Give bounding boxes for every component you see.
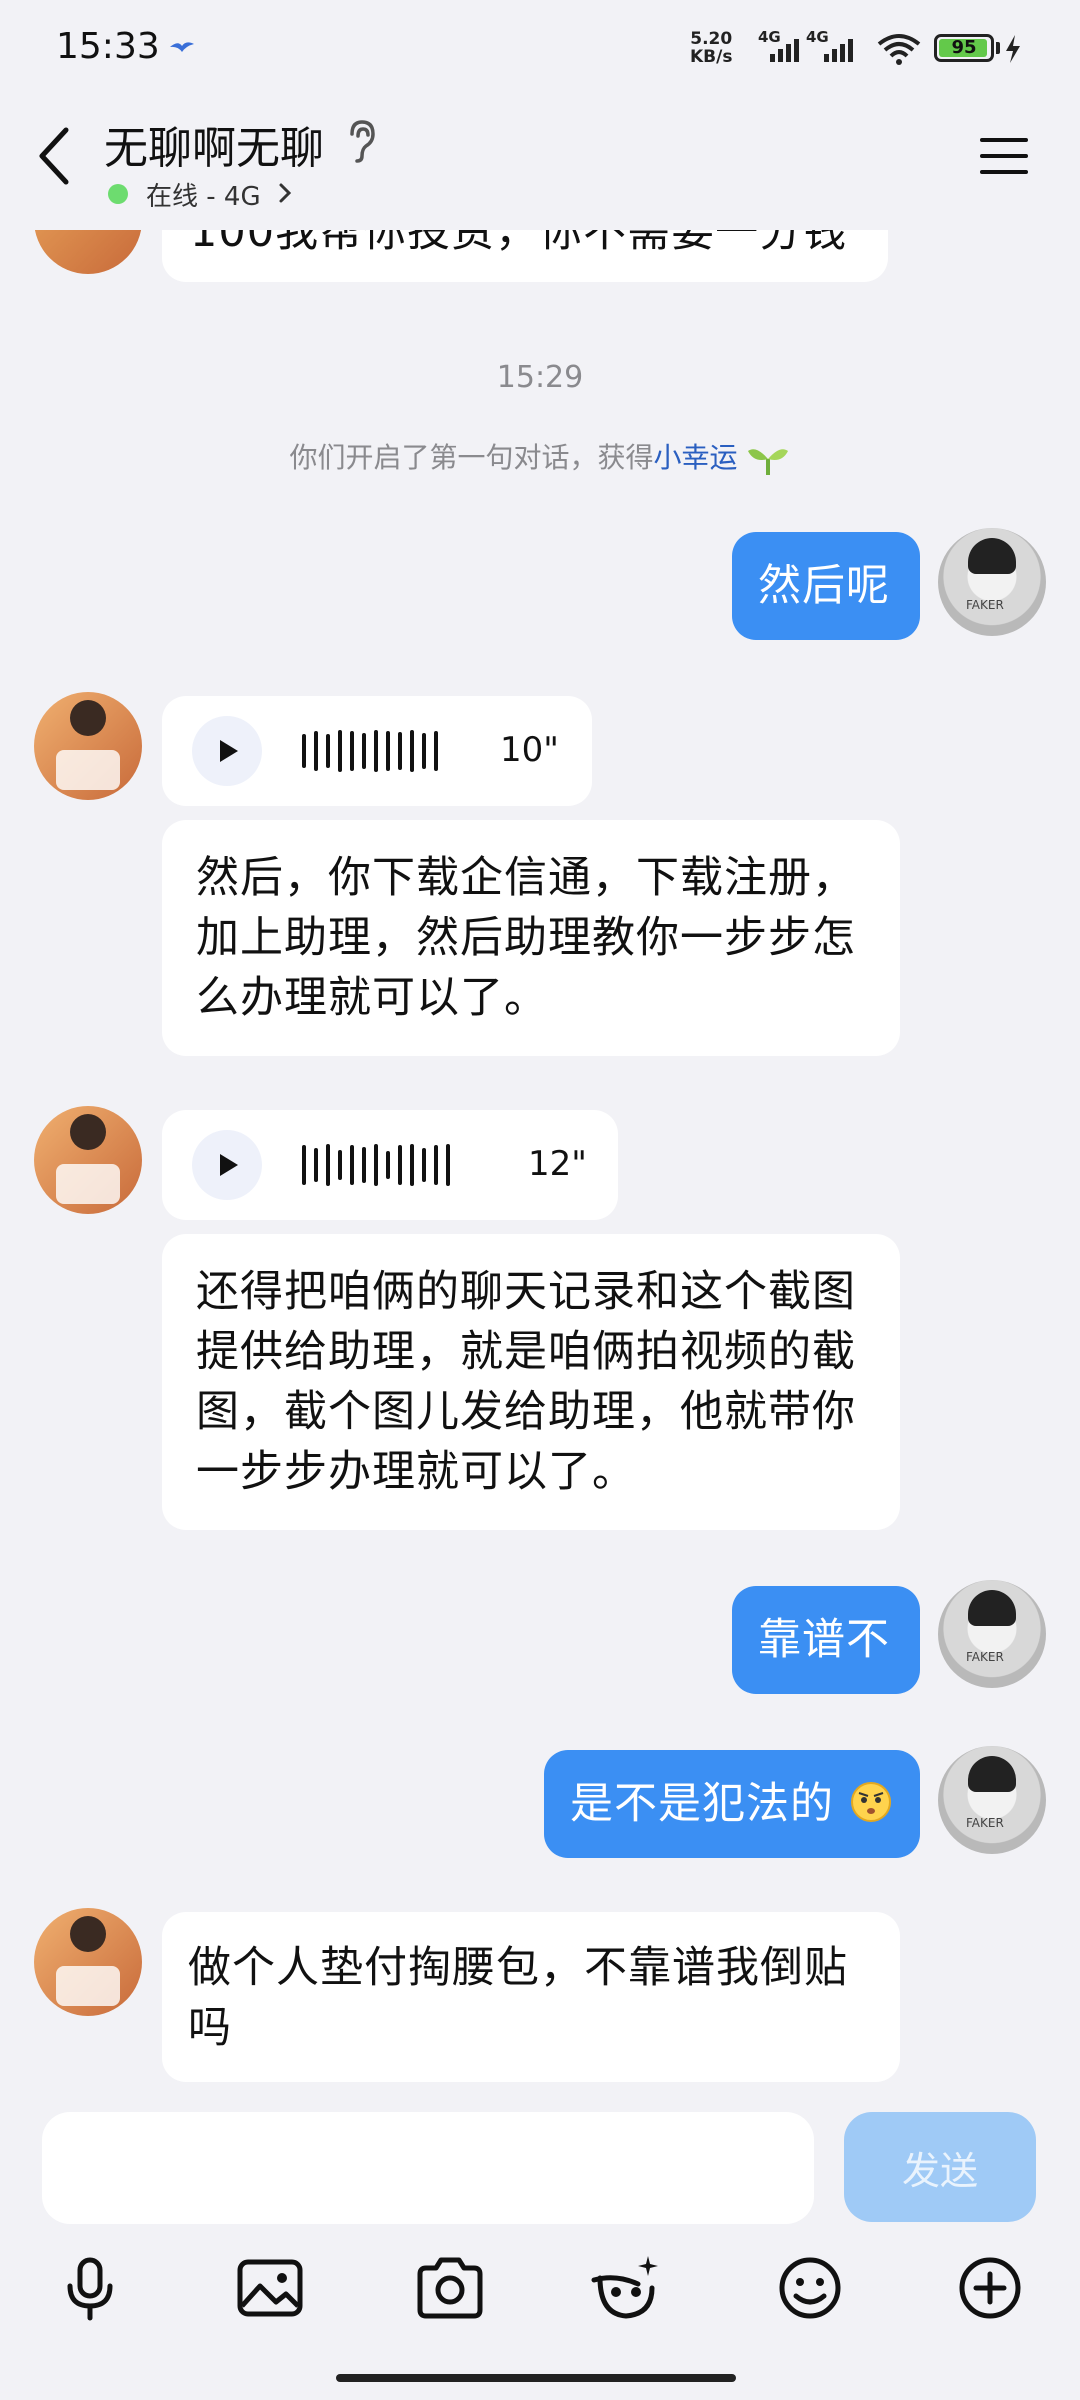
magic-face-icon[interactable] <box>586 2248 666 2328</box>
battery-indicator: 95 <box>934 34 994 62</box>
charging-icon <box>1006 35 1020 63</box>
contact-avatar[interactable] <box>34 692 142 800</box>
voice-duration: 12" <box>528 1144 587 1184</box>
message-bubble-sent[interactable]: 靠谱不 <box>732 1586 920 1694</box>
camera-icon[interactable] <box>410 2248 490 2328</box>
network-type-2: 4G <box>806 28 829 46</box>
emoji-icon[interactable] <box>770 2248 850 2328</box>
send-button[interactable]: 发送 <box>844 2112 1036 2222</box>
contact-avatar[interactable] <box>34 1106 142 1214</box>
voice-message[interactable]: 12" <box>162 1110 618 1220</box>
wifi-icon <box>877 34 921 65</box>
message-bubble[interactable]: 还得把咱俩的聊天记录和这个截图提供给助理，就是咱俩拍视频的截图，截个图儿发给助理… <box>162 1234 900 1530</box>
chat-notice: 你们开启了第一句对话，获得小幸运 <box>0 436 1080 477</box>
play-icon <box>220 740 238 762</box>
image-icon[interactable] <box>230 2248 310 2328</box>
message-bubble[interactable]: 做个人垫付掏腰包，不靠谱我倒贴吗 <box>162 1912 900 2082</box>
home-indicator[interactable] <box>336 2374 736 2382</box>
network-type-1: 4G <box>758 28 781 46</box>
voice-waveform <box>302 726 438 776</box>
status-bar: 15:33 5.20 KB/s 4G 4G 95 <box>0 0 1080 100</box>
message-input[interactable] <box>42 2112 814 2224</box>
chat-title[interactable]: 无聊啊无聊 <box>104 112 324 176</box>
my-avatar[interactable]: FAKER <box>938 1746 1046 1854</box>
worried-emoji-icon <box>850 1782 891 1822</box>
play-button[interactable] <box>192 1130 262 1200</box>
voice-duration: 10" <box>500 730 559 770</box>
menu-icon[interactable] <box>980 136 1028 176</box>
message-bubble-sent[interactable]: 然后呢 <box>732 532 920 640</box>
voice-message[interactable]: 10" <box>162 696 592 806</box>
chat-timestamp: 15:29 <box>496 360 584 395</box>
plus-icon[interactable] <box>950 2248 1030 2328</box>
my-avatar[interactable]: FAKER <box>938 1580 1046 1688</box>
contact-avatar[interactable] <box>34 1908 142 2016</box>
play-icon <box>220 1154 238 1176</box>
online-status-text[interactable]: 在线 - 4G <box>146 176 261 213</box>
network-speed: 5.20 KB/s <box>690 29 733 67</box>
microphone-icon[interactable] <box>50 2248 130 2328</box>
voice-waveform <box>302 1140 450 1190</box>
ear-icon[interactable] <box>344 118 378 164</box>
online-status-dot <box>108 184 128 204</box>
my-avatar[interactable]: FAKER <box>938 528 1046 636</box>
message-bubble[interactable]: 然后，你下载企信通，下载注册，加上助理，然后助理教你一步步怎么办理就可以了。 <box>162 820 900 1056</box>
app-notification-icon <box>170 42 194 52</box>
chat-header: 无聊啊无聊 在线 - 4G <box>0 100 1080 230</box>
lucky-link[interactable]: 小幸运 <box>654 441 738 474</box>
message-bubble-sent[interactable]: 是不是犯法的 <box>544 1750 920 1858</box>
play-button[interactable] <box>192 716 262 786</box>
status-time: 15:33 <box>56 26 160 67</box>
chevron-right-icon[interactable] <box>278 182 292 204</box>
back-icon[interactable] <box>34 124 74 188</box>
sprout-icon <box>748 449 789 475</box>
